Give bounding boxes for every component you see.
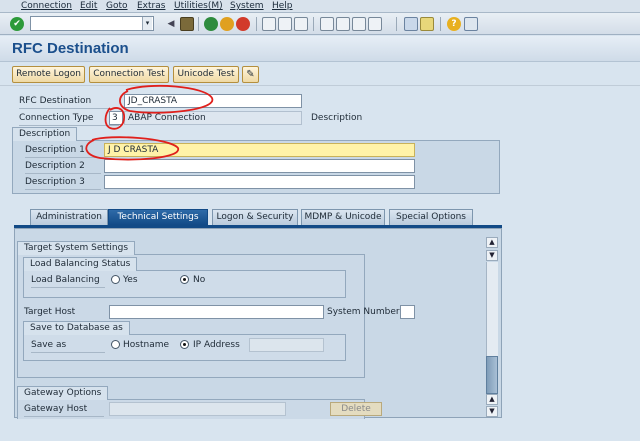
menu-extras[interactable]: Extras: [137, 1, 165, 11]
save-as-hostname-radio[interactable]: [111, 340, 120, 349]
connection-type-text: ABAP Connection: [124, 111, 302, 125]
description-3-label: Description 3: [25, 177, 85, 187]
label-underline: [25, 173, 101, 174]
pencil-glasses-icon[interactable]: ✎: [242, 66, 259, 83]
description-3-field[interactable]: [104, 175, 415, 189]
menu-connection[interactable]: Connection: [21, 1, 72, 11]
previous-page-icon[interactable]: [336, 17, 350, 31]
find-icon[interactable]: [278, 17, 292, 31]
menu-edit[interactable]: Edit: [80, 1, 97, 11]
toolbar-separator: [198, 17, 199, 31]
label-underline: [31, 352, 105, 353]
tab-special-options[interactable]: Special Options: [389, 209, 473, 225]
gateway-host-field[interactable]: [109, 402, 286, 416]
back-icon[interactable]: [204, 17, 218, 31]
menu-bar: Connection Edit Goto Extras Utilities(M)…: [0, 0, 640, 13]
menu-goto[interactable]: Goto: [106, 1, 128, 11]
toolbar-separator: [396, 17, 397, 31]
ip-address-label: IP Address: [193, 340, 240, 350]
save-icon[interactable]: [180, 17, 194, 31]
toolbar-separator: [256, 17, 257, 31]
command-dropdown-icon[interactable]: ▾: [142, 17, 152, 30]
rfc-destination-label: RFC Destination: [19, 96, 92, 106]
last-page-icon[interactable]: [368, 17, 382, 31]
save-as-ip-radio[interactable]: [180, 340, 189, 349]
connection-type-field[interactable]: 3: [109, 111, 123, 125]
new-session-icon[interactable]: [404, 17, 418, 31]
layout-icon[interactable]: [464, 17, 478, 31]
gateway-group-title: Gateway Options: [17, 386, 109, 400]
label-underline: [25, 157, 101, 158]
description-group-title: Description: [12, 127, 78, 141]
menu-system[interactable]: System: [230, 1, 264, 11]
back-arrow-icon[interactable]: ◀: [164, 17, 178, 31]
label-underline: [19, 108, 119, 109]
target-host-label: Target Host: [24, 307, 76, 317]
help-icon[interactable]: ?: [447, 17, 461, 31]
system-number-field[interactable]: [400, 305, 415, 319]
tab-mdmp-unicode[interactable]: MDMP & Unicode: [301, 209, 385, 225]
label-underline: [24, 416, 104, 417]
ip-address-field[interactable]: [249, 338, 324, 352]
description-1-field[interactable]: J D CRASTA: [104, 143, 415, 157]
system-number-label: System Number: [327, 307, 400, 317]
label-underline: [19, 125, 119, 126]
exit-icon[interactable]: [220, 17, 234, 31]
description-1-label: Description 1: [25, 145, 85, 155]
next-page-icon[interactable]: [352, 17, 366, 31]
target-host-field[interactable]: [109, 305, 324, 319]
first-page-icon[interactable]: [320, 17, 334, 31]
label-underline: [31, 287, 105, 288]
save-database-group-title: Save to Database as: [23, 321, 130, 335]
hostname-label: Hostname: [123, 340, 170, 350]
description-2-label: Description 2: [25, 161, 85, 171]
find-next-icon[interactable]: [294, 17, 308, 31]
load-balancing-group-title: Load Balancing Status: [23, 257, 138, 271]
description-2-field[interactable]: [104, 159, 415, 173]
tab-logon-security[interactable]: Logon & Security: [212, 209, 298, 225]
tab-technical-settings[interactable]: Technical Settings: [108, 209, 208, 225]
scroll-up-step-icon[interactable]: ▲: [486, 394, 498, 405]
load-balancing-label: Load Balancing: [31, 275, 100, 285]
toolbar-separator: [313, 17, 314, 31]
menu-utilities[interactable]: Utilities(M): [174, 1, 223, 11]
scroll-down-icon[interactable]: ▼: [486, 406, 498, 417]
load-balancing-no-radio[interactable]: [180, 275, 189, 284]
remote-logon-button[interactable]: Remote Logon: [12, 66, 85, 83]
menu-help[interactable]: Help: [272, 1, 293, 11]
cancel-icon[interactable]: [236, 17, 250, 31]
rfc-destination-field[interactable]: JD_CRASTA: [124, 94, 302, 108]
scrollbar-thumb[interactable]: [486, 356, 498, 394]
print-icon[interactable]: [262, 17, 276, 31]
no-label: No: [193, 275, 206, 285]
enter-icon[interactable]: ✔: [10, 17, 24, 31]
shortcut-icon[interactable]: [420, 17, 434, 31]
gateway-host-label: Gateway Host: [24, 404, 88, 414]
scroll-up-icon[interactable]: ▲: [486, 237, 498, 248]
description-column-label: Description: [311, 113, 363, 123]
tab-administration[interactable]: Administration: [30, 209, 108, 225]
connection-type-label: Connection Type: [19, 113, 94, 123]
command-field[interactable]: [30, 16, 154, 31]
label-underline: [25, 189, 101, 190]
page-title: RFC Destination: [12, 40, 129, 57]
standard-toolbar: ✔ ▾ ◀ ?: [0, 13, 640, 35]
load-balancing-yes-radio[interactable]: [111, 275, 120, 284]
scroll-down-step-icon[interactable]: ▼: [486, 250, 498, 261]
save-as-label: Save as: [31, 340, 67, 350]
delete-button[interactable]: Delete: [330, 402, 382, 416]
yes-label: Yes: [123, 275, 138, 285]
unicode-test-button[interactable]: Unicode Test: [173, 66, 239, 83]
connection-test-button[interactable]: Connection Test: [89, 66, 169, 83]
toolbar-separator: [440, 17, 441, 31]
target-system-title: Target System Settings: [17, 241, 136, 255]
